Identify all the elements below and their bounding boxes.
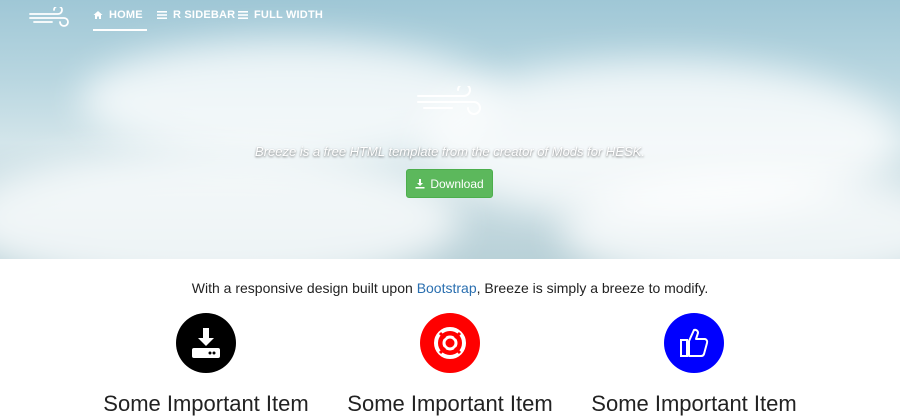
list-icon — [157, 11, 167, 19]
intro-text-after: , Breeze is simply a breeze to modify. — [476, 280, 709, 296]
nav-item-label: FULL WIDTH — [254, 9, 324, 21]
download-icon — [415, 178, 425, 188]
feature-item: Some Important Item — [572, 313, 816, 417]
cloud — [0, 150, 460, 259]
intro-text-before: With a responsive design built upon — [191, 280, 417, 296]
feature-item: Some Important Item — [84, 313, 328, 417]
nav-item-home[interactable]: HOME — [93, 9, 147, 31]
list-icon — [238, 11, 248, 19]
hero-banner: HOME R SIDEBAR FULL WIDTH Breeze is a fr… — [0, 0, 900, 259]
life-ring-icon — [434, 327, 466, 359]
feature-icon-circle — [664, 313, 724, 373]
feature-title: Some Important Item — [103, 391, 309, 416]
download-drive-icon — [192, 328, 220, 358]
feature-title: Some Important Item — [347, 391, 553, 416]
download-button[interactable]: Download — [406, 169, 493, 198]
home-icon — [93, 11, 103, 19]
breeze-hero-logo-icon — [417, 86, 481, 115]
feature-icon-circle — [176, 313, 236, 373]
breeze-wind-logo-icon[interactable] — [28, 7, 72, 29]
feature-icon-circle — [420, 313, 480, 373]
nav-item-r-sidebar[interactable]: R SIDEBAR — [157, 9, 235, 21]
top-navbar: HOME R SIDEBAR FULL WIDTH — [0, 0, 900, 34]
download-button-label: Download — [430, 176, 484, 191]
feature-item: Some Important Item — [328, 313, 572, 417]
nav-item-label: R SIDEBAR — [173, 9, 236, 21]
thumbs-up-icon — [680, 328, 709, 357]
nav-item-label: HOME — [109, 9, 143, 21]
intro-text: With a responsive design built upon Boot… — [0, 280, 900, 296]
bootstrap-link[interactable]: Bootstrap — [417, 280, 477, 296]
nav-item-full-width[interactable]: FULL WIDTH — [238, 9, 323, 21]
hero-tagline: Breeze is a free HTML template from the … — [255, 144, 645, 159]
feature-title: Some Important Item — [591, 391, 797, 416]
